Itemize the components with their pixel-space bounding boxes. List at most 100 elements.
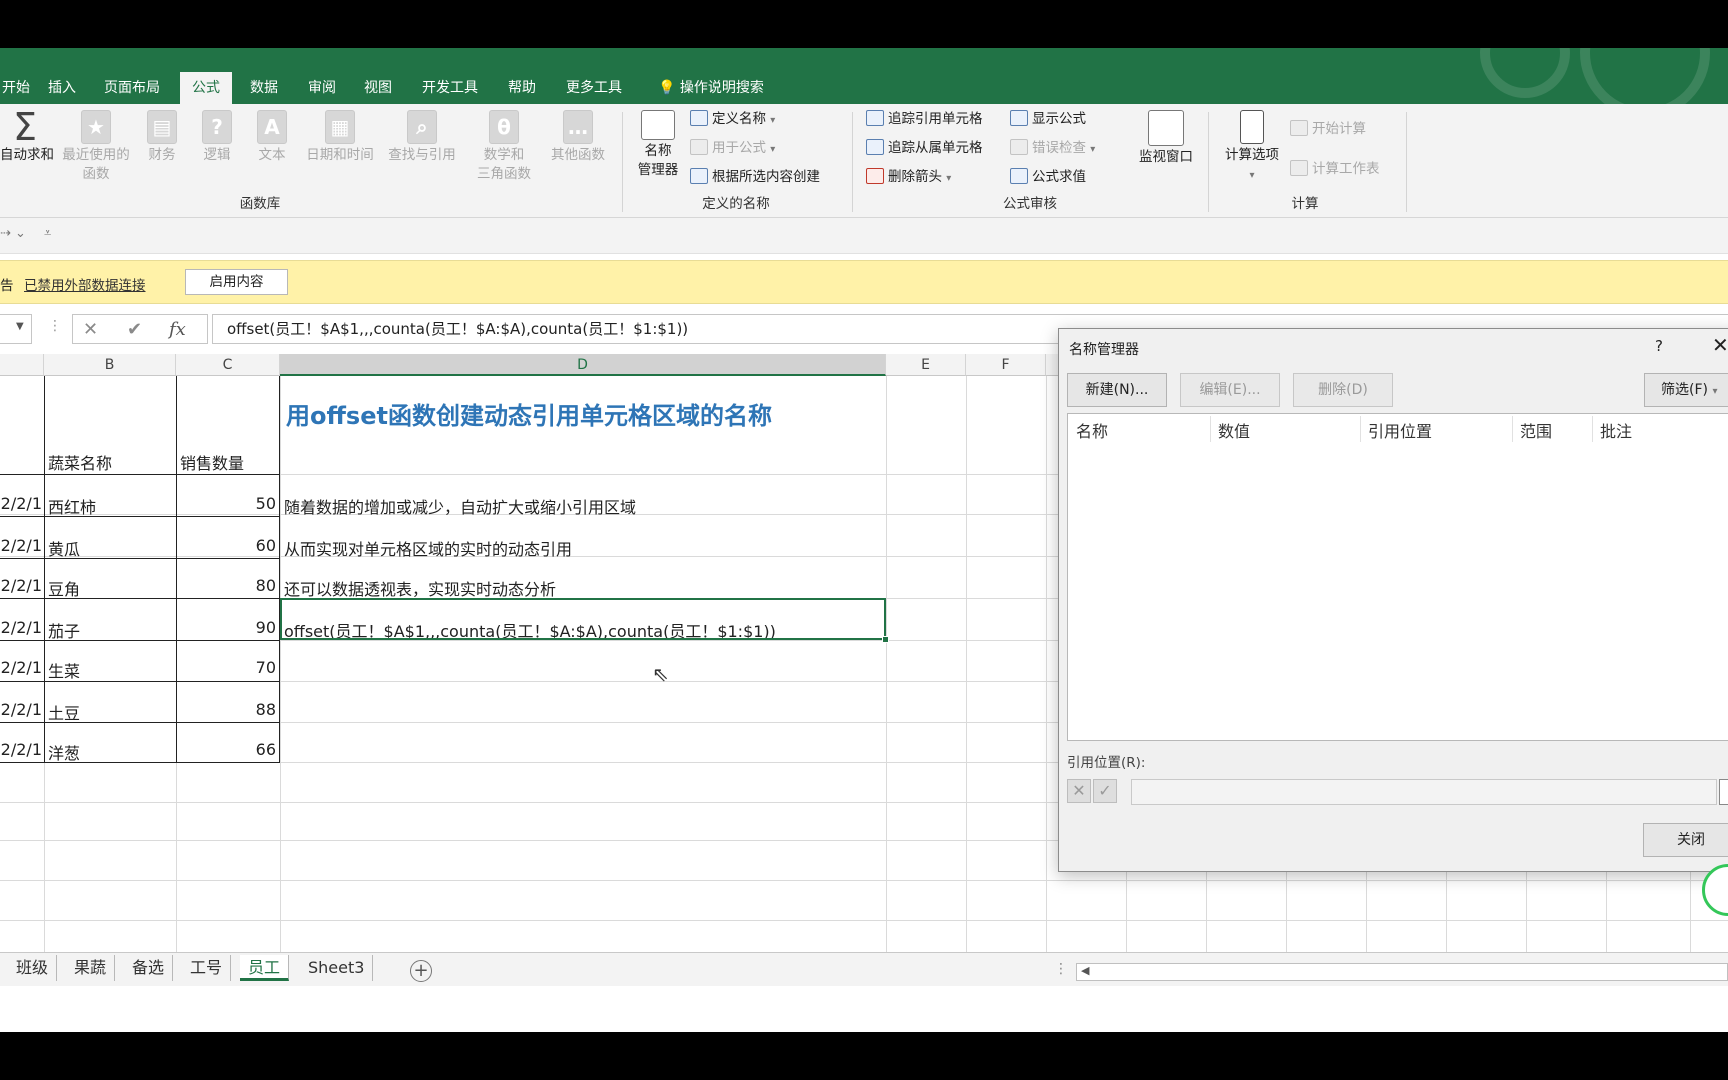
trace-dependents-button[interactable]: 追踪从属单元格 — [866, 137, 983, 159]
watch-window-button[interactable]: 监视窗口 — [1134, 110, 1198, 167]
calc-sheet-button[interactable]: 计算工作表 — [1290, 158, 1380, 180]
edit-name-button[interactable]: 编辑(E)... — [1180, 373, 1280, 407]
sheet-tab-active[interactable]: 员工 — [240, 955, 290, 981]
table-row-name[interactable]: 西红柿 — [48, 494, 96, 518]
formula-bar-splitter[interactable]: ⋮ — [48, 318, 62, 334]
create-from-selection-button[interactable]: 根据所选内容创建 — [690, 166, 820, 188]
enable-content-button[interactable]: 启用内容 — [185, 269, 288, 295]
tab-more-tools[interactable]: 更多工具 — [564, 72, 624, 104]
horizontal-scrollbar[interactable]: ◀ — [1076, 963, 1728, 981]
tab-formulas[interactable]: 公式 — [180, 72, 232, 104]
tab-page-layout[interactable]: 页面布局 — [102, 72, 162, 104]
insert-function-icon[interactable]: fx — [169, 319, 186, 340]
warning-message-link[interactable]: 已禁用外部数据连接 — [24, 274, 146, 294]
column-header-c[interactable]: C — [176, 354, 280, 376]
tab-view[interactable]: 视图 — [362, 72, 394, 104]
table-row-date[interactable]: 2/2/1 — [0, 618, 42, 637]
help-icon[interactable]: ? — [1655, 337, 1663, 355]
table-row-qty[interactable]: 90 — [180, 618, 276, 637]
table-row-name[interactable]: 豆角 — [48, 576, 80, 600]
new-name-button[interactable]: 新建(N)... — [1067, 373, 1167, 407]
name-box-dropdown[interactable]: ▼ — [0, 314, 32, 344]
sheet-tab[interactable]: 备选 — [124, 955, 174, 981]
tab-developer[interactable]: 开发工具 — [420, 72, 480, 104]
fill-handle[interactable] — [882, 636, 889, 643]
tell-me-search[interactable]: 💡 操作说明搜索 — [656, 72, 766, 104]
notes-line-1[interactable]: 随着数据的增加或减少，自动扩大或缩小引用区域 — [284, 494, 636, 518]
define-name-button[interactable]: 定义名称 ▾ — [690, 108, 775, 130]
enter-icon[interactable]: ✔ — [127, 319, 142, 340]
cancel-icon[interactable]: ✕ — [83, 319, 98, 340]
table-row-name[interactable]: 黄瓜 — [48, 536, 80, 560]
table-row-qty[interactable]: 50 — [180, 494, 276, 513]
table-row-qty[interactable]: 66 — [180, 740, 276, 759]
sheet-tab[interactable]: Sheet3 — [300, 955, 374, 981]
datetime-button[interactable]: ▦ 日期和时间 — [300, 110, 380, 165]
table-row-qty[interactable]: 88 — [180, 700, 276, 719]
table-row-name[interactable]: 茄子 — [48, 618, 80, 642]
sheet-tab[interactable]: 果蔬 — [66, 955, 116, 981]
table-row-date[interactable]: 2/2/1 — [0, 658, 42, 677]
table-row-date[interactable]: 2/2/1 — [0, 576, 42, 595]
calc-now-button[interactable]: 开始计算 — [1290, 118, 1366, 140]
tab-review[interactable]: 审阅 — [306, 72, 338, 104]
table-row-date[interactable]: 2/2/1 — [0, 536, 42, 555]
column-header-d[interactable]: D — [280, 354, 886, 376]
evaluate-formula-button[interactable]: 公式求值 — [1010, 166, 1086, 188]
cancel-edit-icon[interactable]: ✕ — [1067, 779, 1091, 803]
delete-name-button[interactable]: 删除(D) — [1293, 373, 1393, 407]
list-column-refers-to[interactable]: 引用位置 — [1368, 418, 1432, 442]
close-icon[interactable]: ✕ — [1712, 333, 1728, 357]
notes-line-3[interactable]: 还可以数据透视表，实现实时动态分析 — [284, 576, 556, 600]
header-cell-qty[interactable]: 销售数量 — [180, 450, 244, 474]
header-cell-name[interactable]: 蔬菜名称 — [48, 450, 112, 474]
sheet-tab[interactable]: 班级 — [8, 955, 58, 981]
names-list[interactable]: 名称 数值 引用位置 范围 批注 — [1067, 413, 1728, 741]
column-header-a[interactable] — [0, 354, 44, 376]
list-column-value[interactable]: 数值 — [1218, 418, 1250, 442]
logical-button[interactable]: ? 逻辑 — [197, 110, 237, 165]
table-row-qty[interactable]: 70 — [180, 658, 276, 677]
notes-line-2[interactable]: 从而实现对单元格区域的实时的动态引用 — [284, 536, 572, 560]
column-header-f[interactable]: F — [966, 354, 1046, 376]
trace-precedents-button[interactable]: 追踪引用单元格 — [866, 108, 983, 130]
text-button[interactable]: A 文本 — [252, 110, 292, 165]
name-manager-button[interactable]: 名称 管理器 — [632, 110, 684, 180]
table-row-date[interactable]: 2/2/1 — [0, 740, 42, 759]
math-button[interactable]: θ 数学和 三角函数 — [466, 110, 542, 184]
autosum-button[interactable]: Σ 自动求和 — [0, 108, 54, 165]
use-in-formula-button[interactable]: 用于公式 ▾ — [690, 137, 775, 159]
table-row-date[interactable]: 2/2/1 — [0, 494, 42, 513]
redo-icon[interactable]: ⇢ ⌄ — [0, 226, 26, 241]
table-row-qty[interactable]: 60 — [180, 536, 276, 555]
table-row-name[interactable]: 生菜 — [48, 658, 80, 682]
range-picker-icon[interactable] — [1719, 779, 1728, 805]
list-column-comment[interactable]: 批注 — [1600, 418, 1632, 442]
close-button[interactable]: 关闭 — [1643, 823, 1728, 857]
lookup-button[interactable]: ⌕ 查找与引用 — [384, 110, 460, 165]
column-header-e[interactable]: E — [886, 354, 966, 376]
table-row-name[interactable]: 洋葱 — [48, 740, 80, 764]
table-row-date[interactable]: 2/2/1 — [0, 700, 42, 719]
customize-qat-icon[interactable]: ⩡ — [44, 226, 51, 241]
calc-options-button[interactable]: 计算选项 ▾ — [1218, 110, 1286, 185]
scroll-left-icon[interactable]: ◀ — [1081, 964, 1089, 977]
refers-to-input[interactable] — [1131, 779, 1717, 805]
sheet-tab[interactable]: 工号 — [182, 955, 232, 981]
error-checking-button[interactable]: 错误检查 ▾ — [1010, 137, 1095, 159]
tab-help[interactable]: 帮助 — [506, 72, 538, 104]
column-header-b[interactable]: B — [44, 354, 176, 376]
financial-button[interactable]: ▤ 财务 — [142, 110, 182, 165]
confirm-edit-icon[interactable]: ✓ — [1093, 779, 1117, 803]
show-formulas-button[interactable]: 显示公式 — [1010, 108, 1086, 130]
remove-arrows-button[interactable]: 删除箭头 ▾ — [866, 166, 951, 188]
table-row-qty[interactable]: 80 — [180, 576, 276, 595]
tab-home[interactable]: 开始 — [0, 72, 32, 104]
scroll-splitter[interactable]: ⋮ — [1054, 961, 1068, 977]
tab-data[interactable]: 数据 — [248, 72, 280, 104]
tab-insert[interactable]: 插入 — [46, 72, 78, 104]
filter-button[interactable]: 筛选(F) ▾ — [1644, 373, 1728, 407]
list-column-scope[interactable]: 范围 — [1520, 418, 1552, 442]
table-row-name[interactable]: 土豆 — [48, 700, 80, 724]
other-functions-button[interactable]: … 其他函数 — [546, 110, 610, 165]
